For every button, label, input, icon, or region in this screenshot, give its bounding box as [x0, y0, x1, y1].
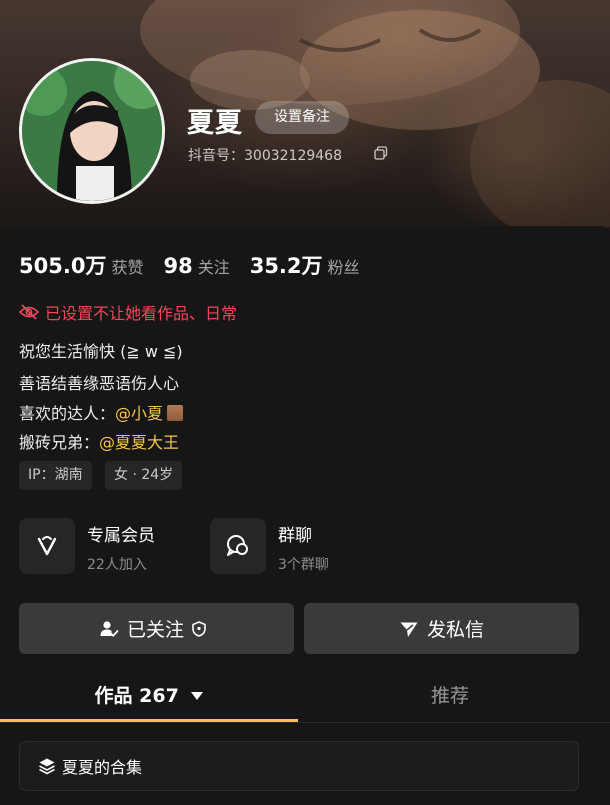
tab-works[interactable]: 作品 267: [0, 672, 298, 720]
ip-location-tag: IP：湖南: [19, 461, 92, 490]
layers-icon: [39, 758, 55, 775]
group-chat-card[interactable]: 群聊 3个群聊: [210, 518, 329, 574]
bio-line: 善语结善缘恶语伤人心: [19, 374, 180, 393]
privacy-notice[interactable]: 已设置不让她看作品、日常: [19, 300, 237, 324]
feature-title: 专属会员: [87, 526, 155, 546]
tabs-divider: [0, 722, 610, 723]
bio-line-favorite: 喜欢的达人：@小夏: [19, 400, 184, 424]
followed-label: 已关注: [126, 619, 184, 641]
stat-label: 关注: [197, 258, 230, 277]
send-message-button[interactable]: 发私信: [304, 603, 579, 654]
collection-title: 夏夏的合集: [62, 758, 143, 777]
stat-label: 粉丝: [327, 258, 360, 277]
stat-label: 获赞: [111, 258, 144, 277]
bio-prefix: 搬砖兄弟：: [19, 433, 100, 452]
set-remark-button[interactable]: 设置备注: [255, 101, 349, 134]
member-club-card[interactable]: 专属会员 22人加入: [19, 518, 155, 574]
caret-down-icon: [191, 692, 204, 700]
hidden-eye-icon: [19, 304, 39, 320]
stat-followers[interactable]: 35.2万 粉丝: [250, 250, 360, 280]
user-check-icon: [100, 620, 119, 637]
stat-number: 35.2万: [249, 254, 323, 278]
collection-entry[interactable]: 夏夏的合集: [19, 741, 579, 791]
stat-following[interactable]: 98 关注: [163, 254, 229, 278]
send-message-label: 发私信: [426, 619, 484, 641]
tab-recommend[interactable]: 推荐: [300, 672, 600, 720]
bio-line: 祝您生活愉快 (≧ w ≦): [19, 342, 183, 361]
bio-line-brother: 搬砖兄弟：@夏夏大王: [19, 429, 179, 453]
nickname: 夏夏: [187, 108, 243, 139]
send-icon: [400, 622, 418, 637]
stat-likes[interactable]: 505.0万 获赞: [19, 250, 143, 280]
douyin-id: 抖音号：30032129468: [188, 148, 342, 164]
shield-icon: [192, 620, 206, 637]
stat-number: 98: [163, 254, 193, 278]
feature-title: 群聊: [278, 526, 312, 546]
stat-number: 505.0万: [19, 254, 107, 278]
copy-icon[interactable]: [374, 146, 388, 160]
mention-link[interactable]: @夏夏大王: [99, 433, 179, 452]
chat-bubble-icon: [210, 518, 266, 574]
mention-link[interactable]: @小夏: [115, 404, 163, 423]
avatar[interactable]: [19, 58, 165, 204]
feature-subtitle: 22人加入: [87, 557, 147, 573]
bio-prefix: 喜欢的达人：: [19, 404, 116, 423]
privacy-notice-text: 已设置不让她看作品、日常: [45, 304, 238, 323]
emoji-icon: [167, 405, 184, 421]
content-tabs: 作品 267 推荐: [0, 672, 610, 724]
stats-row: 505.0万 获赞 98 关注 35.2万 粉丝: [19, 250, 380, 280]
v-badge-icon: [19, 518, 75, 574]
gender-age-tag: 女 · 24岁: [105, 461, 183, 490]
feature-subtitle: 3个群聊: [278, 557, 329, 573]
followed-button[interactable]: 已关注: [19, 603, 294, 654]
tab-works-label: 作品 267: [94, 685, 179, 707]
